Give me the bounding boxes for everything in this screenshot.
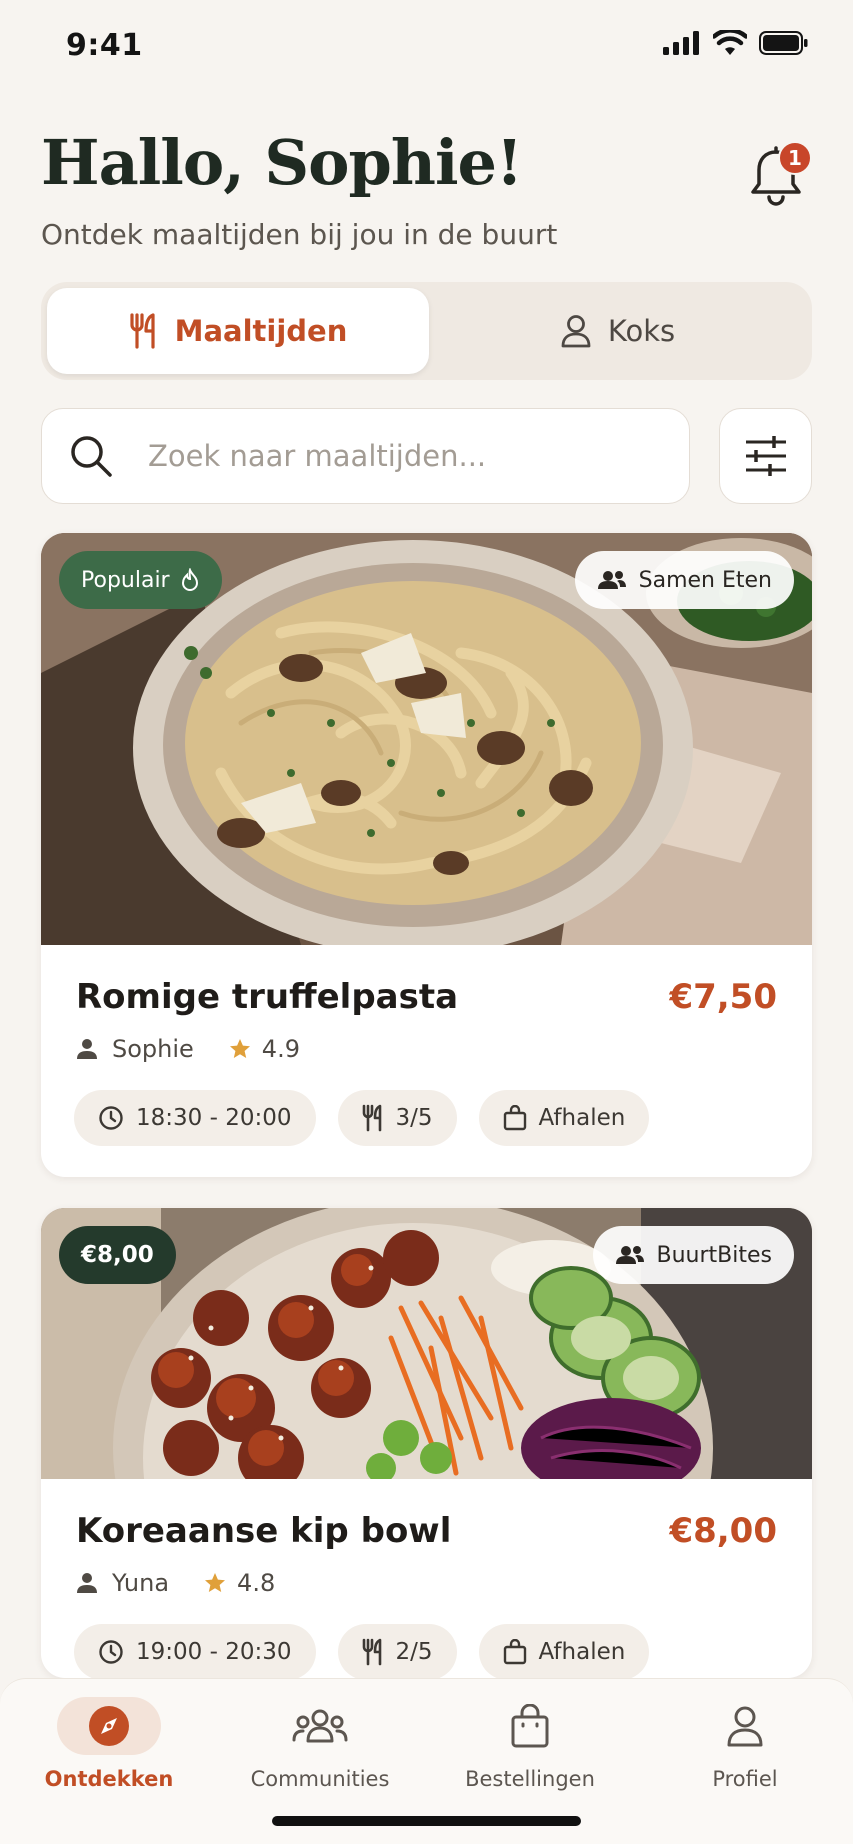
user-icon — [727, 1706, 763, 1747]
nav-communities[interactable]: Communities — [225, 1697, 415, 1791]
nav-profile-label: Profiel — [712, 1767, 778, 1791]
battery-icon — [759, 31, 808, 55]
greeting-subtitle: Ontdek maaltijden bij jou in de buurt — [41, 218, 558, 251]
time-chip-label: 18:30 - 20:00 — [136, 1105, 292, 1131]
clock-icon — [99, 1640, 123, 1664]
portions-chip-label: 3/5 — [395, 1105, 433, 1131]
tab-meals[interactable]: Maaltijden — [47, 288, 429, 374]
delivery-chip: Afhalen — [478, 1090, 650, 1146]
status-bar: 9:41 — [0, 0, 853, 96]
rating: 4.8 — [203, 1569, 275, 1597]
meal-meta: Yuna 4.8 — [76, 1569, 275, 1597]
nav-orders[interactable]: Bestellingen — [435, 1697, 625, 1791]
meal-meta: Sophie 4.9 — [76, 1035, 300, 1063]
meal-price: €8,00 — [669, 1511, 777, 1551]
flame-icon — [181, 568, 198, 591]
cutlery-icon — [362, 1638, 381, 1666]
popular-badge-label: Populair — [81, 567, 170, 593]
nav-discover[interactable]: Ontdekken — [14, 1697, 204, 1791]
shopping-bag-icon — [511, 1704, 549, 1748]
meal-image: €8,00 BuurtBites — [41, 1208, 812, 1479]
people-icon — [292, 1709, 348, 1743]
wifi-icon — [713, 30, 747, 55]
sliders-icon — [745, 436, 786, 476]
people-icon — [615, 1246, 644, 1264]
cutlery-icon — [362, 1104, 381, 1132]
time-chip: 18:30 - 20:00 — [74, 1090, 316, 1146]
delivery-chip: Afhalen — [478, 1624, 650, 1678]
people-icon — [597, 571, 626, 589]
rating-value: 4.8 — [237, 1569, 276, 1597]
nav-communities-label: Communities — [250, 1767, 390, 1791]
community-badge-label: BuurtBites — [656, 1242, 772, 1268]
portions-chip: 3/5 — [337, 1090, 457, 1146]
filter-button[interactable] — [719, 408, 812, 504]
meal-chips: 19:00 - 20:30 2/5 Afhalen — [74, 1624, 650, 1678]
nav-discover-label: Ontdekken — [44, 1767, 174, 1791]
clock-icon — [99, 1106, 123, 1130]
person-icon — [77, 1039, 97, 1059]
meal-title: Romige truffelpasta — [76, 977, 459, 1017]
meal-card[interactable]: €8,00 BuurtBites Koreaanse kip bowl €8,0… — [41, 1208, 812, 1678]
time-chip: 19:00 - 20:30 — [74, 1624, 316, 1678]
nav-profile[interactable]: Profiel — [650, 1697, 840, 1791]
delivery-chip-label: Afhalen — [538, 1105, 626, 1131]
popular-badge: Populair — [59, 551, 222, 609]
home-indicator[interactable] — [272, 1816, 581, 1826]
tab-cooks[interactable]: Koks — [429, 288, 806, 374]
meal-chips: 18:30 - 20:00 3/5 Afhalen — [74, 1090, 650, 1146]
community-badge-label: Samen Eten — [638, 567, 772, 593]
star-icon — [205, 1573, 226, 1592]
status-icons — [663, 30, 809, 56]
delivery-chip-label: Afhalen — [538, 1639, 626, 1665]
community-badge: Samen Eten — [574, 551, 794, 609]
price-badge: €8,00 — [59, 1226, 176, 1284]
nav-orders-label: Bestellingen — [465, 1767, 595, 1791]
bag-icon — [503, 1105, 526, 1131]
person-icon — [77, 1573, 97, 1593]
cook-info: Sophie — [76, 1035, 194, 1063]
portions-chip-label: 2/5 — [395, 1639, 433, 1665]
meal-title: Koreaanse kip bowl — [76, 1511, 452, 1551]
nav-active-pill — [57, 1697, 161, 1755]
greeting-title: Hallo, Sophie! — [41, 126, 523, 199]
cutlery-icon — [130, 313, 155, 349]
community-badge: BuurtBites — [592, 1226, 794, 1284]
rating-value: 4.9 — [261, 1035, 300, 1063]
view-toggle: Maaltijden Koks — [41, 282, 812, 380]
search-icon — [71, 436, 112, 477]
cook-info: Yuna — [76, 1569, 169, 1597]
tab-meals-label: Maaltijden — [174, 314, 348, 348]
notification-badge: 1 — [778, 141, 812, 175]
rating: 4.9 — [228, 1035, 300, 1063]
meal-price: €7,50 — [669, 977, 777, 1017]
cook-name: Sophie — [112, 1035, 194, 1063]
compass-icon — [89, 1706, 129, 1746]
search-bar — [41, 408, 690, 504]
meal-image: Populair Samen Eten — [41, 533, 812, 945]
search-input[interactable] — [148, 439, 648, 473]
cook-name: Yuna — [112, 1569, 170, 1597]
signal-icon — [663, 31, 699, 55]
time-chip-label: 19:00 - 20:30 — [136, 1639, 292, 1665]
portions-chip: 2/5 — [337, 1624, 457, 1678]
bag-icon — [503, 1639, 526, 1665]
meal-card[interactable]: Populair Samen Eten Romige truffelpasta … — [41, 533, 812, 1177]
status-time: 9:41 — [66, 28, 143, 63]
star-icon — [229, 1039, 250, 1058]
tab-cooks-label: Koks — [607, 314, 676, 348]
user-icon — [561, 315, 591, 348]
